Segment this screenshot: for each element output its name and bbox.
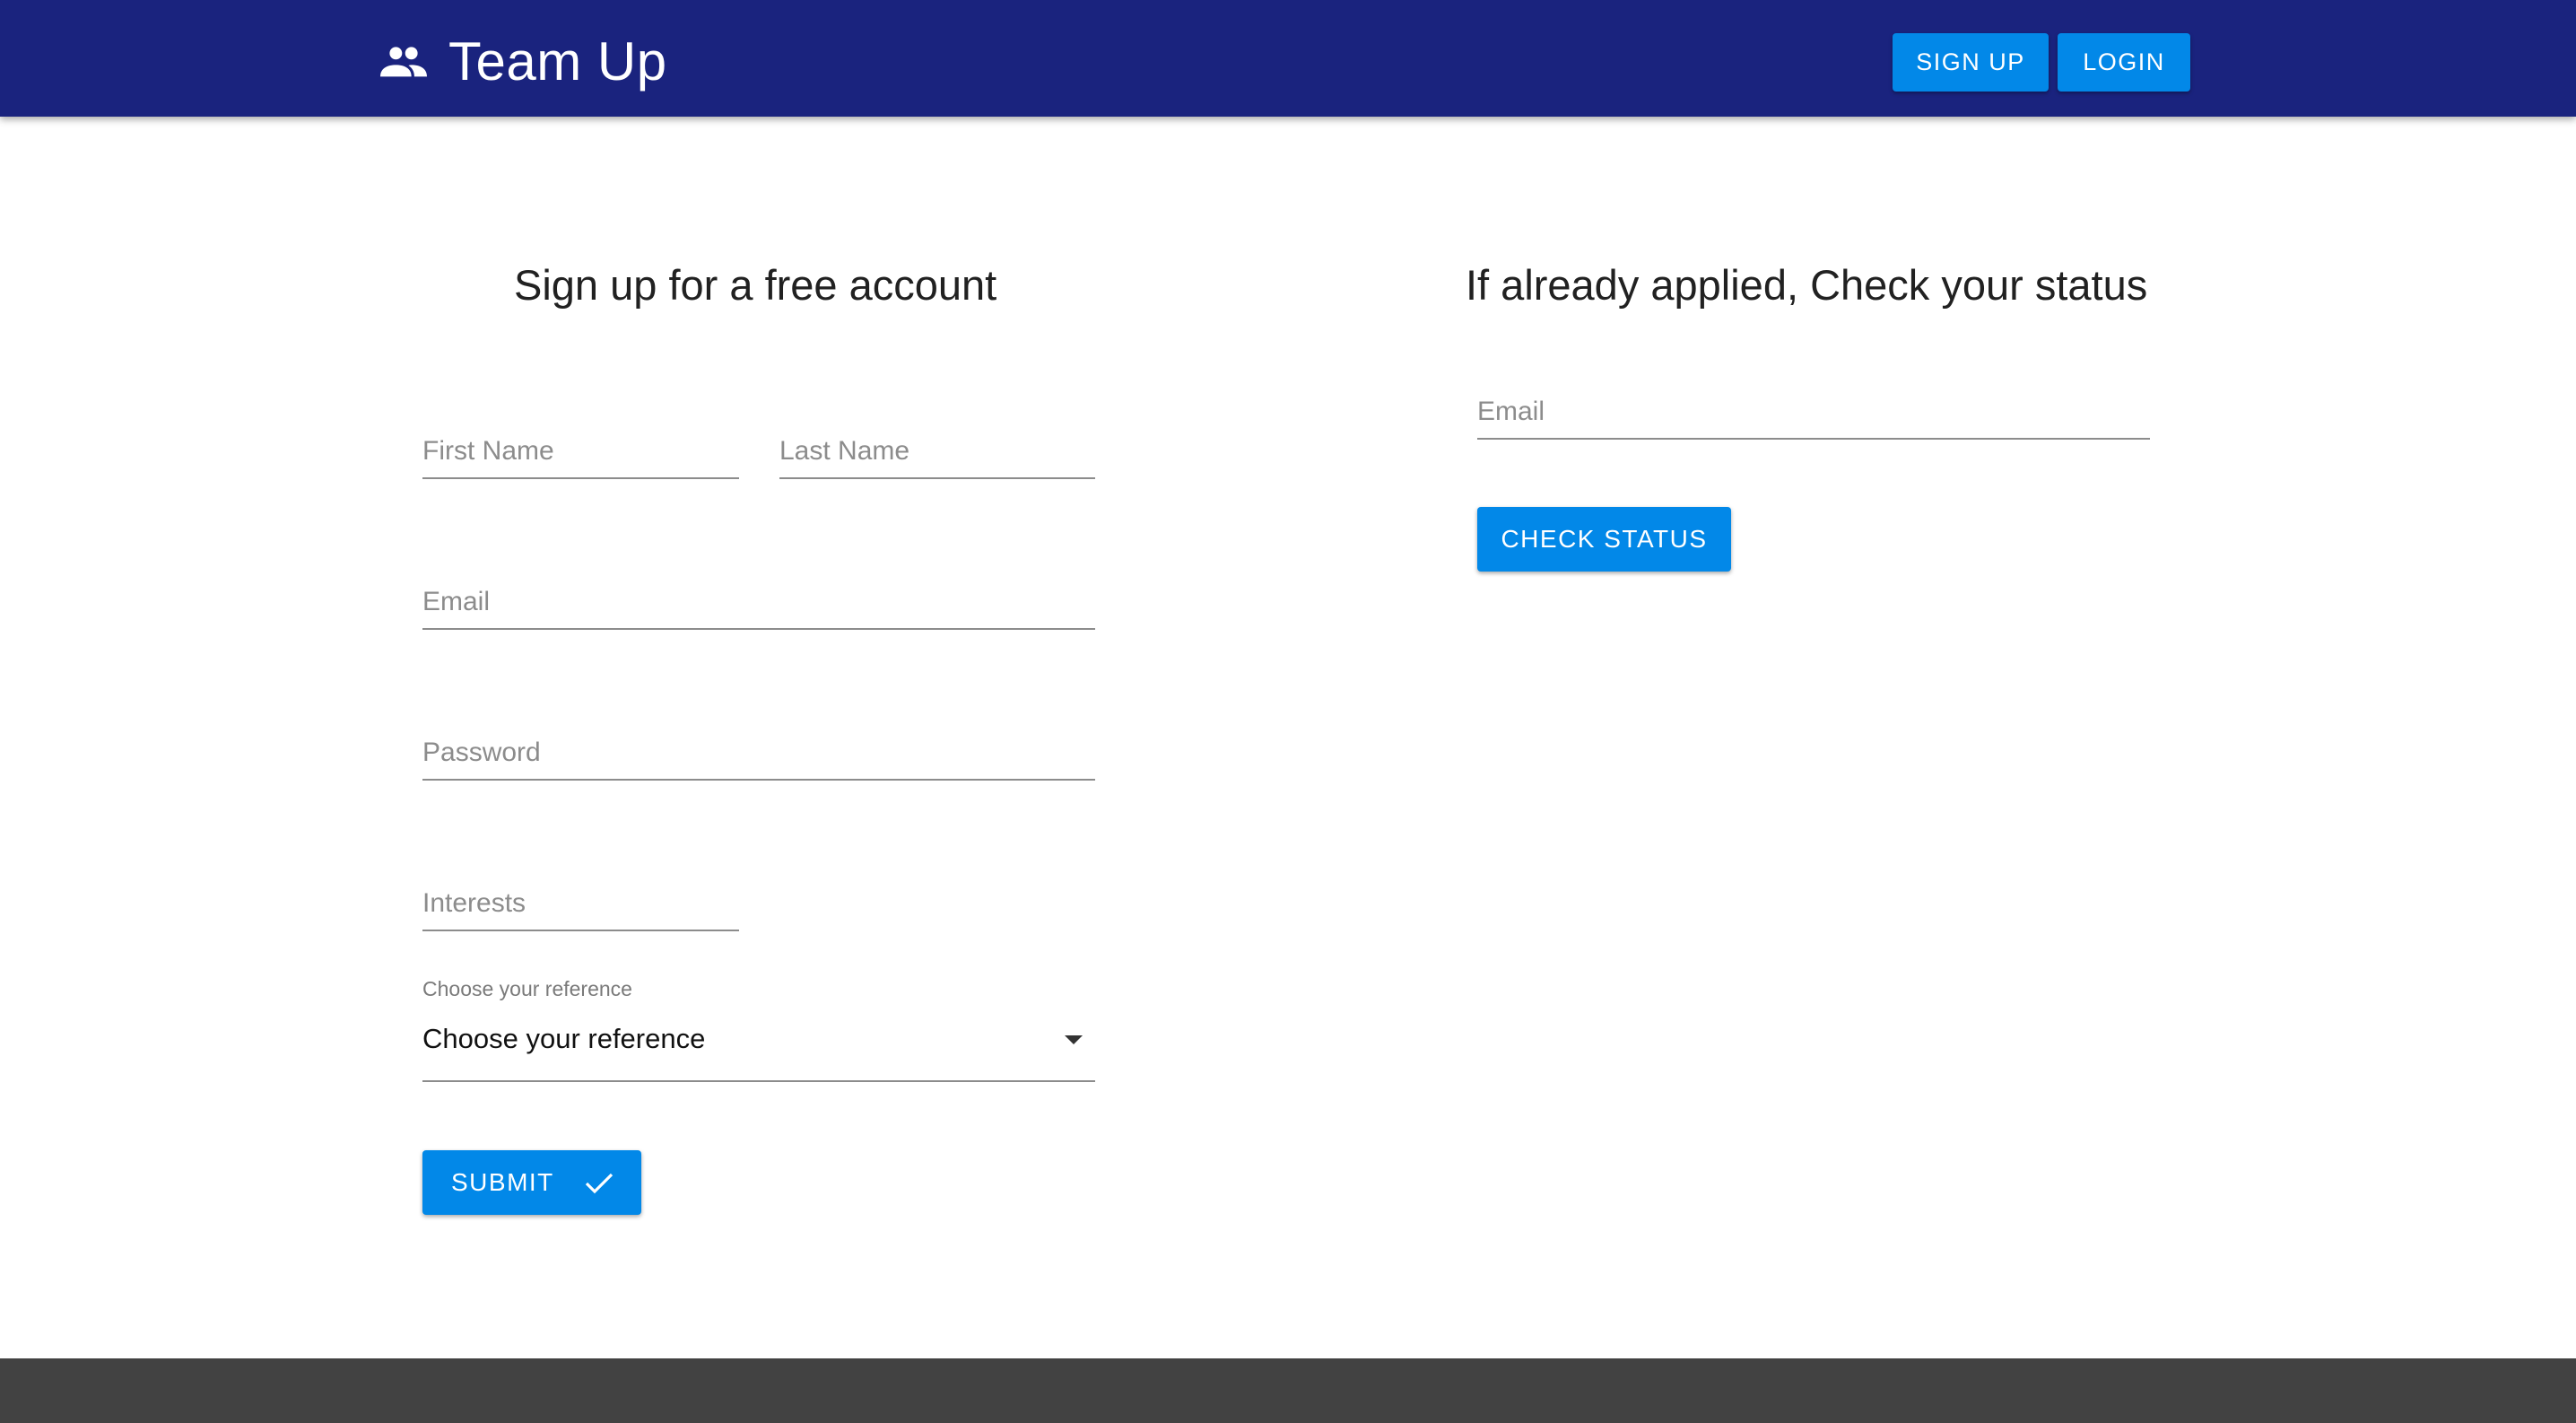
status-email-field — [1477, 364, 2150, 440]
first-name-field — [422, 404, 739, 479]
footer — [0, 1358, 2576, 1423]
last-name-input[interactable] — [779, 436, 1095, 467]
app-title: Team Up — [448, 31, 667, 92]
interests-field — [422, 856, 739, 931]
signup-heading: Sign up for a free account — [514, 261, 997, 309]
sign-up-button[interactable]: SIGN UP — [1893, 33, 2049, 92]
status-email-input[interactable] — [1477, 397, 2150, 427]
password-field — [422, 705, 1095, 781]
last-name-field — [779, 404, 1095, 479]
people-icon — [380, 43, 427, 79]
status-heading: If already applied, Check your status — [1466, 261, 2148, 309]
first-name-input[interactable] — [422, 436, 739, 467]
reference-select-label: Choose your reference — [422, 977, 632, 1000]
email-field — [422, 554, 1095, 630]
reference-select-value: Choose your reference — [422, 1023, 706, 1054]
check-icon — [585, 1172, 614, 1194]
submit-button[interactable]: SUBMIT — [422, 1150, 641, 1215]
check-status-button[interactable]: CHECK STATUS — [1477, 507, 1731, 572]
password-input[interactable] — [422, 738, 1095, 768]
reference-select[interactable]: Choose your reference Choose your refere… — [422, 973, 1095, 1082]
email-input[interactable] — [422, 587, 1095, 617]
brand: Team Up — [380, 0, 667, 122]
submit-button-label: SUBMIT — [451, 1168, 554, 1196]
login-button[interactable]: LOGIN — [2058, 33, 2190, 92]
arrow-drop-down-icon[interactable] — [1065, 1035, 1083, 1044]
app-bar: Team Up SIGN UP LOGIN — [0, 0, 2576, 117]
interests-input[interactable] — [422, 888, 739, 919]
